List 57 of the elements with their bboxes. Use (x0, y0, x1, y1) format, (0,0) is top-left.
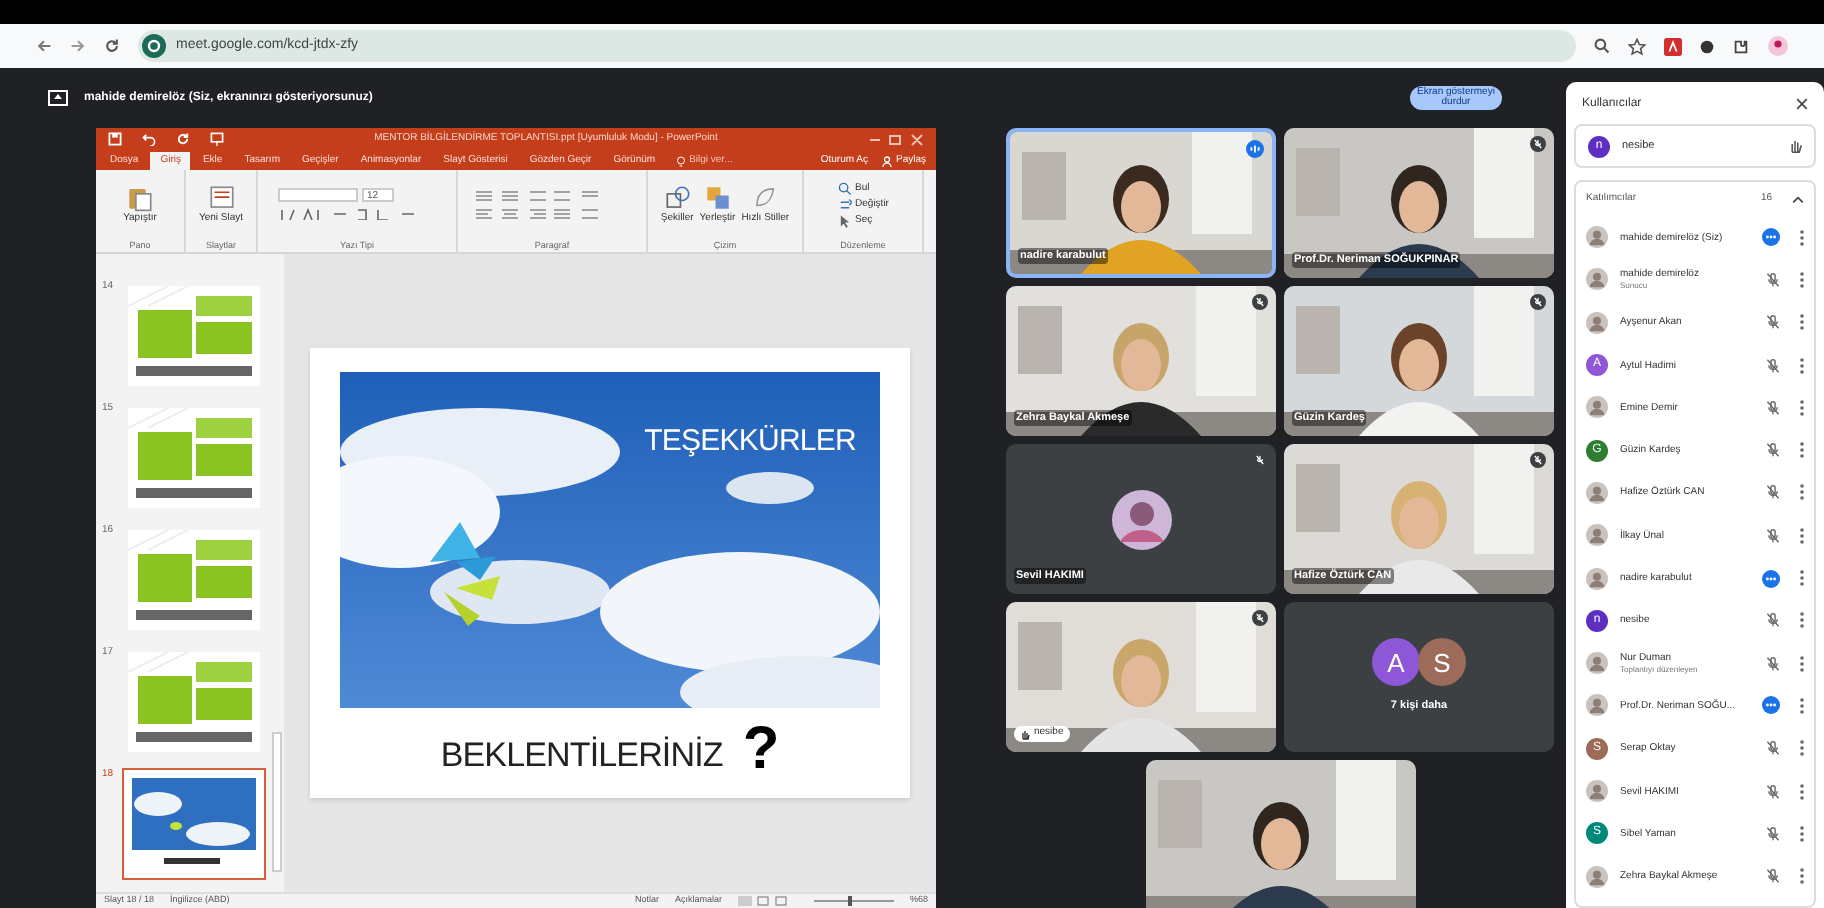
avatar-icon (1586, 524, 1608, 547)
clipboard-icon (125, 184, 154, 212)
presentation-icon[interactable] (210, 132, 224, 146)
close-icon[interactable] (1796, 98, 1808, 110)
back-icon[interactable] (36, 38, 52, 54)
question-mark: ? (742, 720, 780, 780)
avatar-icon (1586, 694, 1608, 717)
avatar-icon (1586, 311, 1608, 334)
shapes-icon (663, 184, 692, 212)
site-info-icon[interactable] (142, 34, 166, 58)
replace-icon (837, 197, 852, 211)
avatar: S (1418, 638, 1466, 687)
cursor-icon (837, 213, 852, 227)
screen-share-icon (48, 90, 68, 106)
layers-icon (703, 184, 732, 212)
avatar-icon (1586, 396, 1608, 419)
pdf-extension-icon[interactable] (1664, 37, 1682, 55)
muted-mic-icon (1252, 452, 1268, 468)
bookmark-star-icon[interactable] (1628, 37, 1646, 55)
avatar-icon (1586, 865, 1608, 888)
avatar-icon (1586, 226, 1608, 249)
muted-mic-icon (1252, 294, 1268, 310)
window-controls-icon[interactable] (868, 133, 924, 145)
scrollbar-thumb[interactable] (271, 732, 281, 872)
avatar-icon (1586, 481, 1608, 504)
muted-mic-icon (1530, 452, 1546, 468)
extension-icon[interactable] (1700, 39, 1714, 53)
avatar-icon (1586, 567, 1608, 590)
profile-icon[interactable] (1768, 36, 1788, 56)
muted-mic-icon (1530, 294, 1546, 310)
slide-thumbnail[interactable] (122, 646, 266, 758)
reload-icon[interactable] (104, 38, 120, 54)
avatar-icon (1586, 268, 1608, 291)
zoom-slider-thumb[interactable] (848, 896, 853, 906)
slide-thumbnail[interactable] (122, 768, 266, 880)
slide-thumbnail[interactable] (122, 524, 266, 636)
undo-icon[interactable] (142, 132, 156, 146)
avatar: A (1372, 638, 1420, 687)
avatar-icon (1586, 652, 1608, 675)
slide-caption: BEKLENTİLERİNİZ (440, 733, 723, 777)
slide-thumbnail[interactable] (122, 280, 266, 392)
search-icon[interactable] (1594, 38, 1610, 54)
avatar-icon (1111, 489, 1171, 549)
font-name-field[interactable] (277, 188, 357, 202)
hand-icon (1020, 729, 1030, 739)
slide-thumbnail[interactable] (122, 402, 266, 514)
forward-icon[interactable] (70, 38, 86, 54)
redo-icon[interactable] (176, 132, 190, 146)
muted-mic-icon (1252, 610, 1268, 626)
avatar-icon (1586, 780, 1608, 802)
search-icon (837, 181, 852, 195)
muted-mic-icon (1530, 136, 1546, 152)
slide-heading: TEŞEKKÜRLER (644, 422, 856, 462)
collapse-chevron-icon[interactable] (1792, 195, 1804, 203)
slide-icon (207, 184, 235, 212)
hand-icon (1788, 138, 1802, 154)
save-icon[interactable] (108, 132, 122, 146)
